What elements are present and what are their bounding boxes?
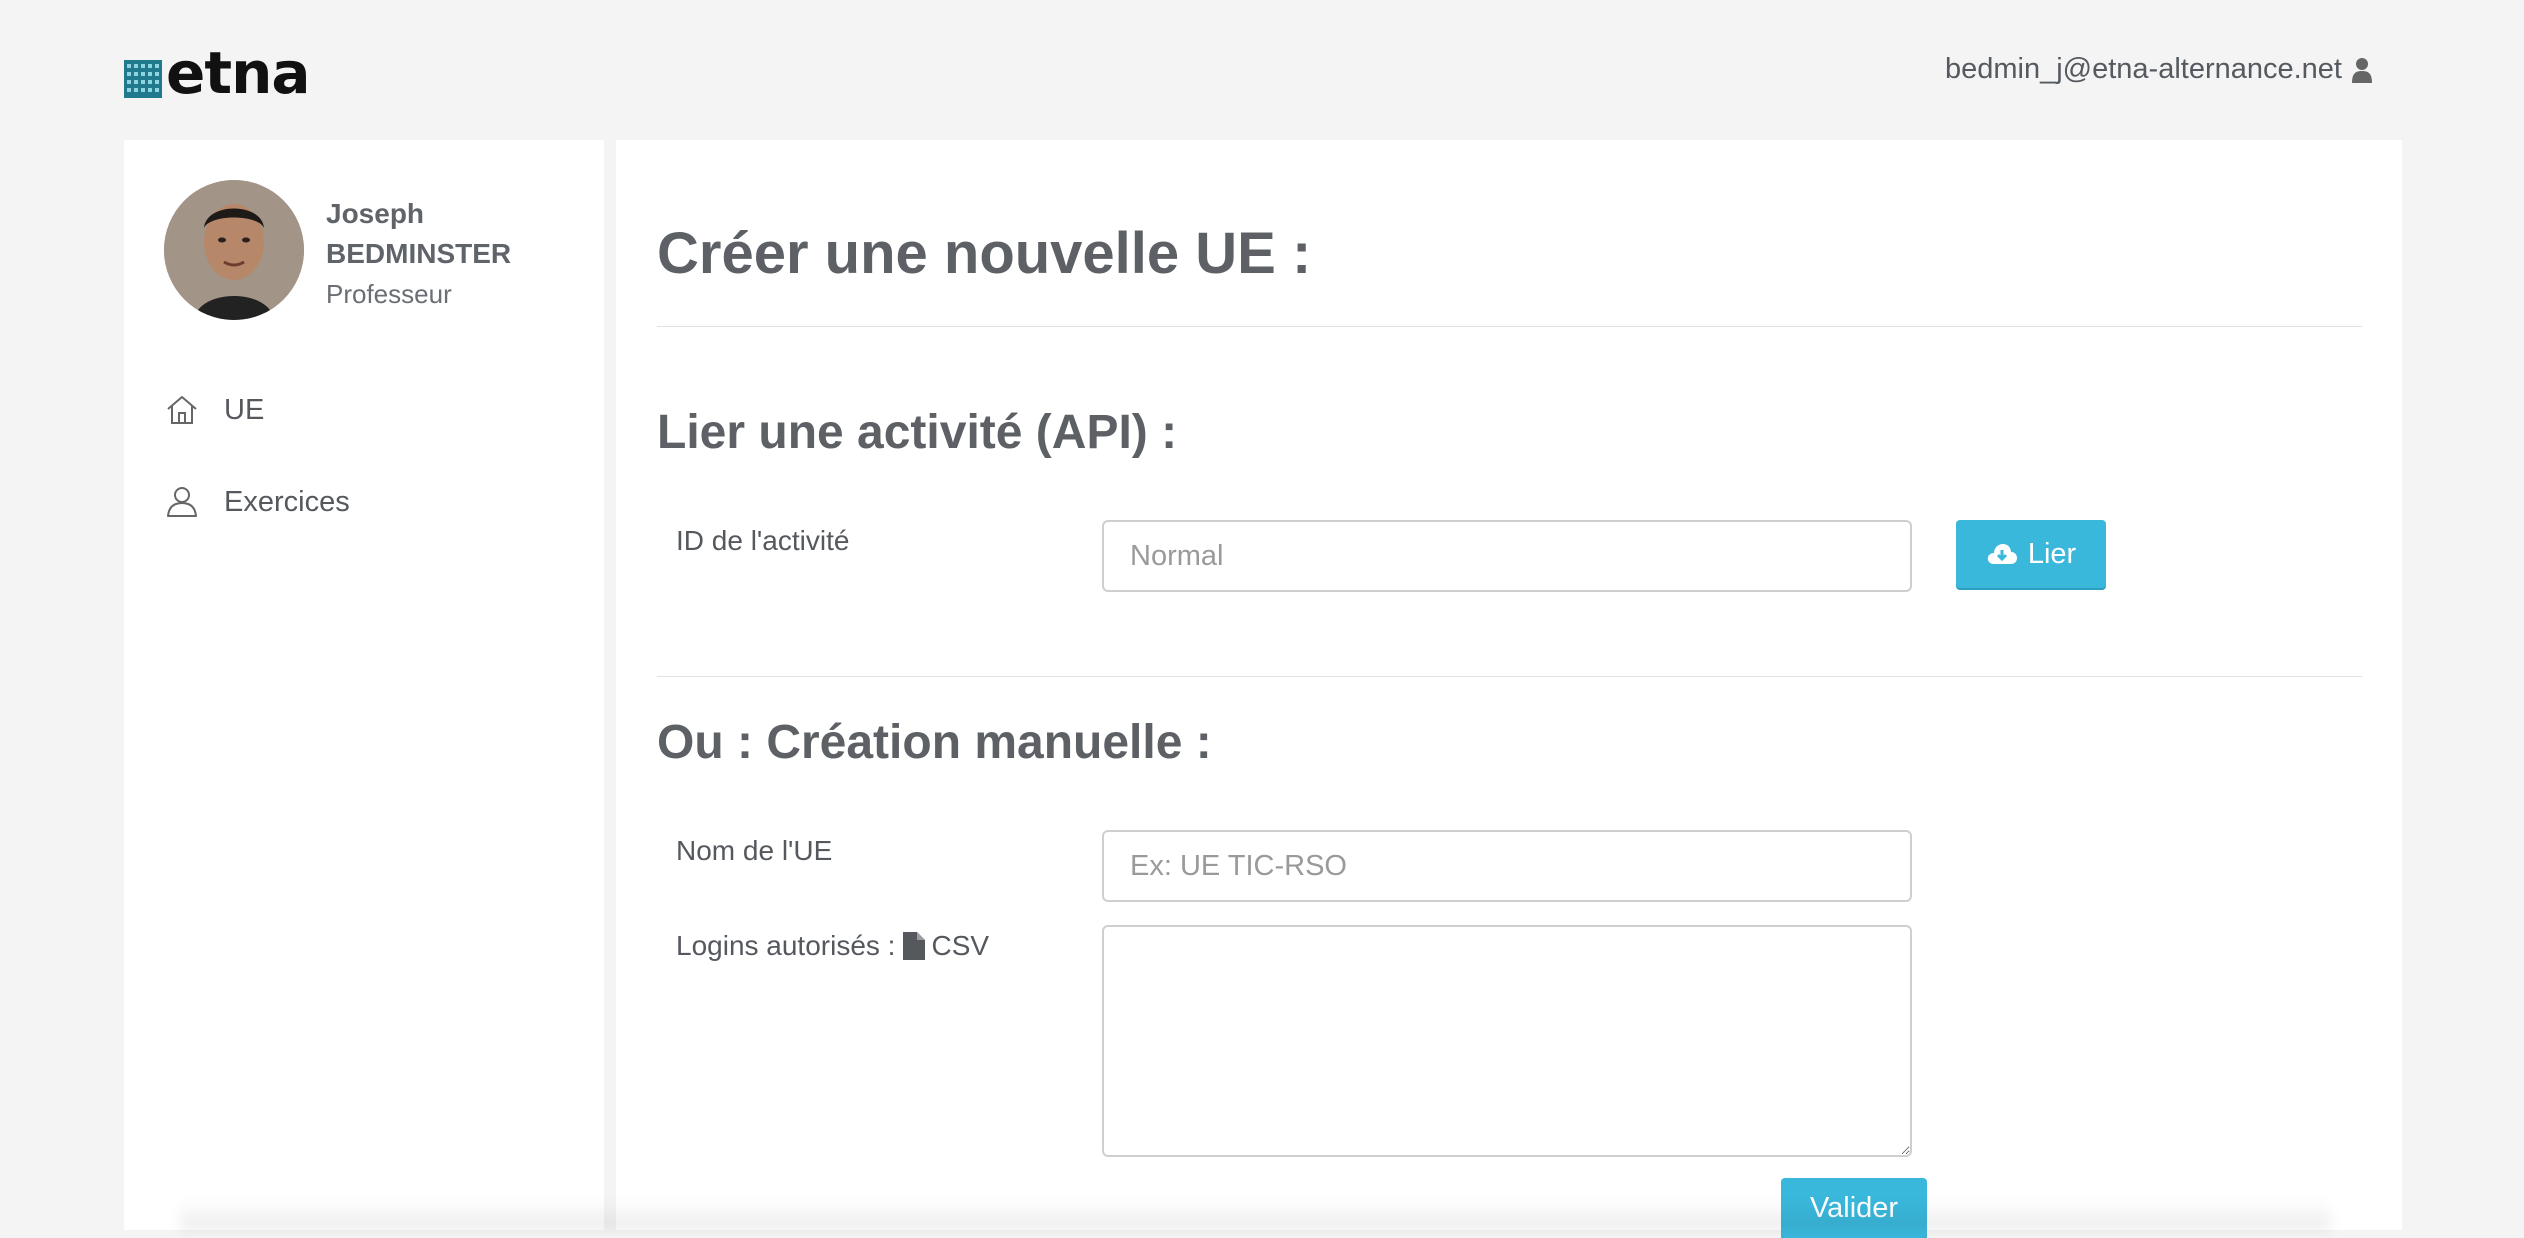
sidebar-item-label: UE [224, 393, 265, 426]
ue-name-input[interactable] [1102, 830, 1912, 902]
divider [657, 676, 2362, 677]
activity-id-input[interactable] [1102, 520, 1912, 592]
top-bar: etna bedmin_j@etna-alternance.net [0, 0, 2524, 140]
sidebar-item-ue[interactable]: UE [164, 390, 350, 430]
main-content: Créer une nouvelle UE : Lier une activit… [616, 140, 2402, 1238]
ue-name-label: Nom de l'UE [676, 835, 833, 866]
logins-textarea[interactable] [1102, 925, 1912, 1157]
sidebar-nav: UE Exercices [164, 390, 350, 574]
logo-text: etna [166, 39, 310, 107]
cloud-download-icon [1987, 544, 2017, 564]
divider [657, 326, 2362, 327]
api-section-heading: Lier une activité (API) : [657, 406, 1178, 459]
profile-card: Joseph BEDMINSTER Professeur [164, 180, 511, 320]
logins-label: Logins autorisés : [676, 930, 896, 961]
link-button-label: Lier [2027, 537, 2077, 570]
profile-last-name: BEDMINSTER [326, 238, 512, 269]
page-title: Créer une nouvelle UE : [657, 221, 1312, 286]
bottom-shadow [180, 1200, 2330, 1230]
user-icon [167, 487, 197, 517]
sidebar-item-exercices[interactable]: Exercices [164, 482, 350, 522]
activity-id-label: ID de l'activité [676, 525, 850, 556]
avatar-photo-icon [164, 180, 304, 320]
logo-mark-icon [124, 60, 162, 98]
etna-logo[interactable]: etna [124, 44, 310, 102]
home-icon [167, 396, 197, 424]
logins-label-row: Logins autorisés : CSV [676, 930, 989, 962]
profile-role: Professeur [326, 279, 452, 309]
profile-first-name: Joseph [326, 198, 425, 229]
avatar [164, 180, 304, 320]
sidebar: Joseph BEDMINSTER Professeur UE Exercice… [124, 140, 604, 1230]
sidebar-item-label: Exercices [224, 485, 350, 518]
link-button[interactable]: Lier [1956, 520, 2106, 588]
user-email: bedmin_j@etna-alternance.net [1944, 53, 2342, 85]
manual-section-heading: Ou : Création manuelle : [657, 716, 1212, 769]
user-menu[interactable]: bedmin_j@etna-alternance.net [1945, 53, 2372, 86]
csv-link[interactable]: CSV [903, 930, 989, 962]
user-icon [2352, 57, 2372, 83]
file-icon [903, 932, 926, 960]
csv-label: CSV [931, 930, 990, 961]
